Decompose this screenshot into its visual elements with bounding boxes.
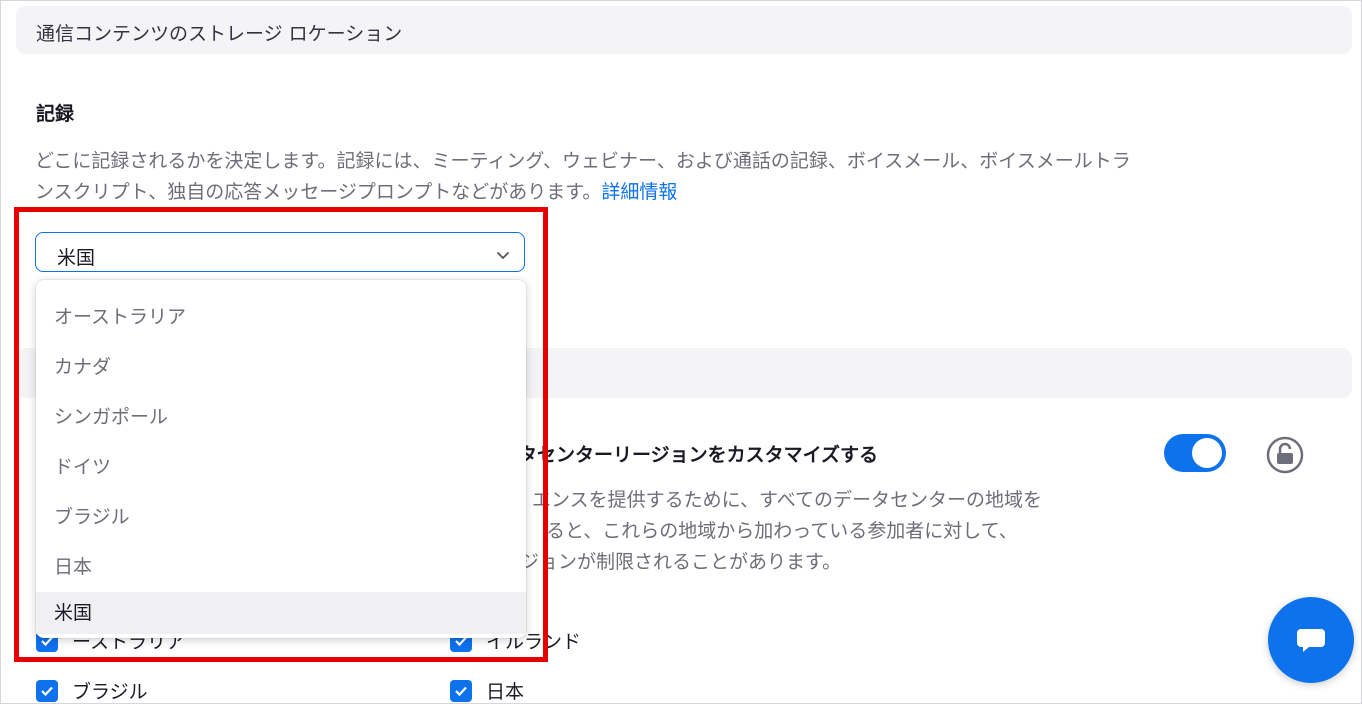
chevron-down-icon xyxy=(496,246,510,265)
learn-more-link[interactable]: 詳細情報 xyxy=(601,181,677,203)
checkbox-label: ブラジル xyxy=(72,681,148,703)
dropdown-option-australia[interactable]: オーストラリア xyxy=(36,292,526,342)
recording-title: 記録 xyxy=(36,103,75,125)
check-icon xyxy=(36,679,58,702)
storage-section-header: 通信コンテンツのストレージ ロケーション xyxy=(16,6,1352,54)
dropdown-option-japan[interactable]: 日本 xyxy=(36,542,526,592)
select-value: 米国 xyxy=(57,247,96,269)
dropdown-option-brazil[interactable]: ブラジル xyxy=(36,492,526,542)
location-dropdown-menu: オーストラリア カナダ シンガポール ドイツ ブラジル 日本 米国 xyxy=(36,280,526,638)
datacenter-title: タセンターリージョンをカスタマイズする xyxy=(518,444,879,466)
datacenter-desc-line2: ると、これらの地域から加わっている参加者に対して、 xyxy=(546,520,1018,542)
check-icon xyxy=(450,679,472,702)
recording-description-text: どこに記録されるかを決定します。記録には、ミーティング、ウェビナー、および通話の… xyxy=(35,150,1131,203)
checkbox-label: 日本 xyxy=(486,681,525,703)
dropdown-option-singapore[interactable]: シンガポール xyxy=(36,392,526,442)
datacenter-desc-line3: ジョンが制限されることがあります。 xyxy=(520,551,842,573)
chat-button[interactable] xyxy=(1268,597,1354,683)
toggle-knob xyxy=(1192,438,1222,468)
recording-location-select[interactable]: 米国 xyxy=(35,232,525,272)
datacenter-desc-line1: エンスを提供するために、すべてのデータセンターの地域を xyxy=(532,489,1042,511)
dropdown-option-usa[interactable]: 米国 xyxy=(36,592,526,634)
dropdown-option-canada[interactable]: カナダ xyxy=(36,342,526,392)
checkbox-japan[interactable]: 日本 xyxy=(450,677,524,704)
checkbox-brazil[interactable]: ブラジル xyxy=(36,677,148,704)
datacenter-toggle[interactable] xyxy=(1164,434,1226,472)
dropdown-option-germany[interactable]: ドイツ xyxy=(36,442,526,492)
recording-description: どこに記録されるかを決定します。記録には、ミーティング、ウェビナー、および通話の… xyxy=(35,146,1135,208)
chat-icon xyxy=(1297,629,1325,652)
datacenter-description: エンスを提供するために、すべてのデータセンターの地域を ると、これらの地域から加… xyxy=(500,485,1140,578)
storage-section-title: 通信コンテンツのストレージ ロケーション xyxy=(36,23,403,45)
lock-icon[interactable] xyxy=(1266,436,1304,478)
